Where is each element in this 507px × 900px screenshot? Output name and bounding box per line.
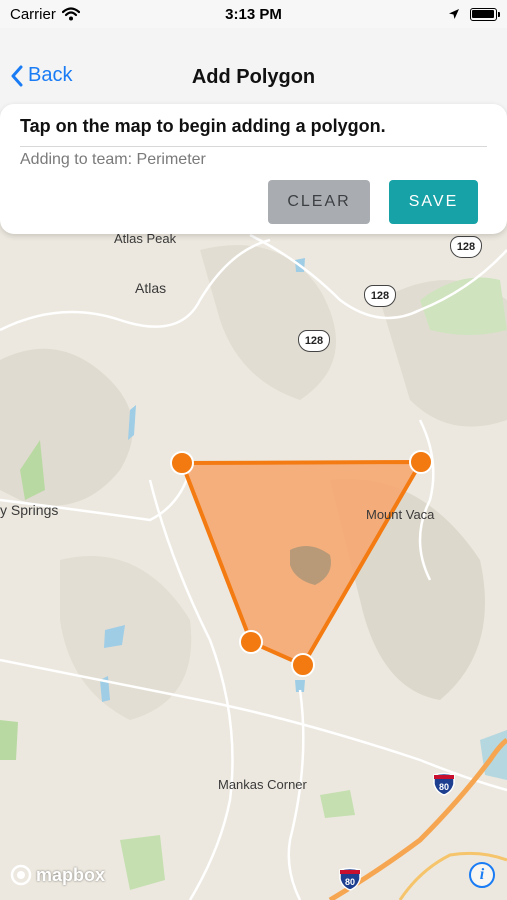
interstate-number: 80 xyxy=(439,782,449,792)
instruction-text: Tap on the map to begin adding a polygon… xyxy=(20,116,386,136)
carrier-label: Carrier xyxy=(10,5,56,23)
polygon-vertex[interactable] xyxy=(170,451,194,475)
page-title: Add Polygon xyxy=(191,66,316,88)
wifi-icon xyxy=(61,7,80,21)
polygon-vertex[interactable] xyxy=(291,653,315,677)
mapbox-wordmark: mapbox xyxy=(36,864,106,885)
route-128-shield: 128 xyxy=(450,236,482,258)
place-label-atlas: Atlas xyxy=(135,280,167,296)
mapbox-logo-icon xyxy=(10,864,32,886)
interstate-80-shield: 80 xyxy=(339,867,361,891)
polygon-info-card: Tap on the map to begin adding a polygon… xyxy=(0,104,507,234)
interstate-80-shield: 80 xyxy=(433,772,455,796)
status-bar: Carrier 3:13 PM xyxy=(0,0,507,28)
divider xyxy=(20,146,487,147)
polygon-vertex[interactable] xyxy=(239,630,263,654)
location-arrow-icon xyxy=(448,9,459,19)
interstate-number: 80 xyxy=(345,877,355,887)
team-label: Adding to team: Perimeter xyxy=(20,151,206,168)
save-button[interactable]: SAVE xyxy=(389,180,478,224)
polygon-vertex[interactable] xyxy=(409,450,433,474)
status-time: 3:13 PM xyxy=(225,5,282,23)
info-button[interactable]: i xyxy=(469,862,495,888)
clear-button[interactable]: CLEAR xyxy=(268,180,370,224)
place-label-springs: y Springs xyxy=(0,502,59,518)
place-label-mankas-corner: Mankas Corner xyxy=(218,777,307,792)
route-128-shield: 128 xyxy=(298,330,330,352)
mapbox-logo[interactable]: mapbox xyxy=(10,864,105,886)
place-label-mount-vaca: Mount Vaca xyxy=(366,507,435,522)
battery-icon xyxy=(469,7,500,21)
route-128-shield: 128 xyxy=(364,285,396,307)
